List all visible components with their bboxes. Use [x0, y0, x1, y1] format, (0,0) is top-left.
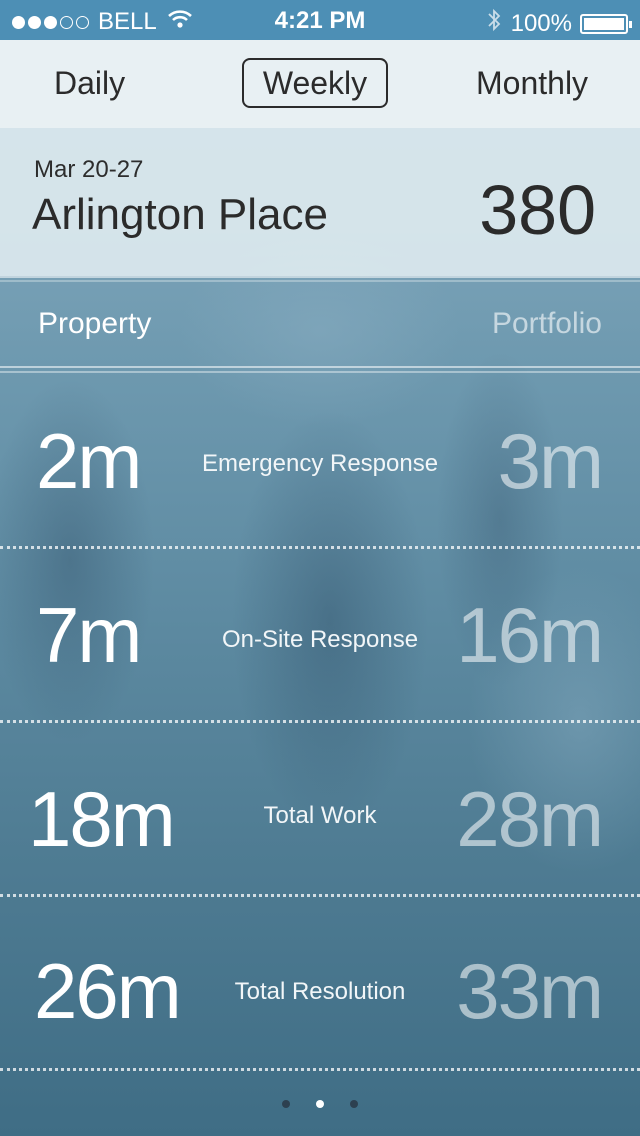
status-bar: BELL 4:21 PM 100%	[0, 0, 640, 40]
property-header: Mar 20-27 Arlington Place 380	[0, 128, 640, 276]
segment-monthly[interactable]: Monthly	[476, 58, 588, 108]
portfolio-value: 28m	[456, 775, 604, 863]
period-segmented-control: Daily Weekly Monthly	[0, 40, 640, 128]
metric-row-total-resolution: 26m Total Resolution 33m	[0, 896, 640, 1070]
portfolio-value: 16m	[456, 591, 604, 679]
divider	[0, 366, 640, 368]
property-name: Arlington Place	[32, 190, 328, 239]
status-right: 100%	[487, 8, 632, 39]
battery-fill	[584, 17, 624, 30]
date-range: Mar 20-27	[34, 156, 144, 183]
page-dot[interactable]	[282, 1100, 290, 1108]
metric-row-on-site-response: 7m On-Site Response 16m	[0, 548, 640, 722]
portfolio-value: 3m	[497, 417, 604, 505]
page-indicator[interactable]	[0, 1100, 640, 1108]
page-dot-active[interactable]	[316, 1100, 324, 1108]
metric-row-total-work: 18m Total Work 28m	[0, 722, 640, 896]
page-dot[interactable]	[350, 1100, 358, 1108]
battery-percent: 100%	[510, 9, 572, 37]
divider	[0, 371, 640, 373]
segment-weekly[interactable]: Weekly	[242, 58, 388, 108]
portfolio-value: 33m	[456, 947, 604, 1035]
battery-icon	[580, 13, 632, 34]
metric-row-emergency-response: 2m Emergency Response 3m	[0, 374, 640, 548]
row-separator	[0, 1068, 640, 1071]
column-headers: Property Portfolio	[0, 282, 640, 366]
property-column-header: Property	[38, 307, 152, 340]
bluetooth-icon	[487, 8, 501, 39]
portfolio-column-header: Portfolio	[491, 307, 602, 340]
segment-daily[interactable]: Daily	[54, 58, 125, 108]
divider	[0, 276, 640, 278]
work-order-count: 380	[479, 171, 596, 249]
